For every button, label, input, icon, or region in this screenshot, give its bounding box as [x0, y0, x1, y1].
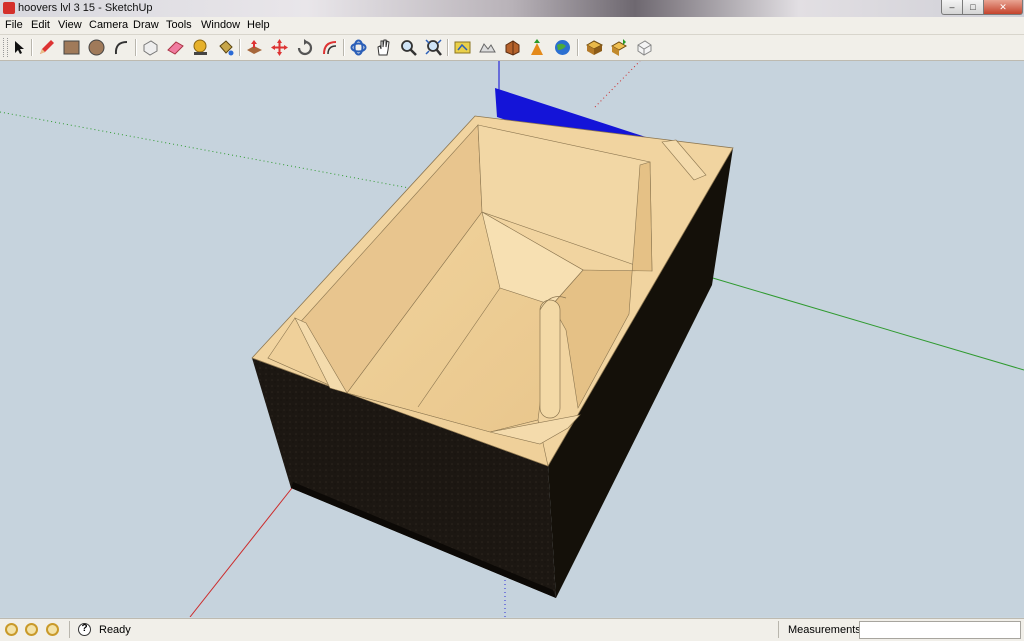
share-component-button[interactable]	[610, 38, 629, 57]
orbit-icon	[350, 39, 367, 56]
rectangle-tool-button[interactable]	[62, 38, 81, 57]
offset-icon	[323, 41, 337, 55]
toolbar-separator	[31, 39, 33, 56]
red-axis-dotted	[594, 61, 641, 108]
window-title: hoovers lvl 3 15 - SketchUp	[18, 2, 153, 14]
model-scene[interactable]	[0, 61, 1024, 617]
zoom-extents-icon	[425, 39, 442, 56]
geolocation-icon[interactable]	[5, 623, 18, 636]
google-earth-icon	[555, 40, 570, 55]
copyright-icon[interactable]	[46, 623, 59, 636]
pencil-tool-button[interactable]	[37, 38, 56, 57]
red-axis	[189, 487, 293, 617]
rotate-icon	[297, 39, 313, 56]
rotate-tool-button[interactable]	[295, 38, 314, 57]
toolbar	[0, 35, 1024, 61]
share-component-icon	[610, 39, 628, 56]
components-button[interactable]	[585, 38, 604, 57]
menu-file[interactable]: File	[5, 19, 23, 31]
toolbar-separator	[135, 39, 137, 56]
port-post	[539, 299, 561, 419]
share-model-button[interactable]	[528, 38, 547, 57]
select-icon	[15, 41, 24, 54]
pan-tool-button[interactable]	[374, 38, 393, 57]
make-component-icon	[143, 40, 158, 56]
status-text: Ready	[99, 624, 131, 636]
get-models-icon	[505, 40, 520, 56]
drawing-viewport[interactable]	[0, 61, 1024, 617]
make-component-button[interactable]	[141, 38, 160, 57]
eraser-tool-button[interactable]	[166, 38, 185, 57]
menu-help[interactable]: Help	[247, 19, 270, 31]
title-bar: hoovers lvl 3 15 - SketchUp – □ ✕	[0, 0, 1024, 17]
minimize-button[interactable]: –	[941, 0, 963, 15]
zoom-extents-button[interactable]	[424, 38, 443, 57]
circle-tool-button[interactable]	[87, 38, 106, 57]
pencil-icon	[40, 40, 54, 54]
orbit-tool-button[interactable]	[349, 38, 368, 57]
arc-tool-button[interactable]	[112, 38, 131, 57]
toolbar-separator	[447, 39, 449, 56]
measurements-label: Measurements	[788, 624, 861, 636]
pan-icon	[377, 39, 390, 56]
offset-tool-button[interactable]	[320, 38, 339, 57]
menu-camera[interactable]: Camera	[89, 19, 128, 31]
menu-tools[interactable]: Tools	[166, 19, 192, 31]
green-axis	[705, 275, 1024, 371]
close-button[interactable]: ✕	[983, 0, 1023, 15]
rectangle-icon	[63, 40, 80, 55]
menu-edit[interactable]: Edit	[31, 19, 50, 31]
tape-measure-icon	[193, 39, 207, 55]
push-pull-button[interactable]	[245, 38, 264, 57]
add-location-icon	[454, 41, 471, 54]
add-location-button[interactable]	[453, 38, 472, 57]
credits-icon[interactable]	[25, 623, 38, 636]
circle-icon	[88, 39, 105, 56]
measurements-input[interactable]	[859, 621, 1021, 639]
select-tool-button[interactable]	[9, 38, 28, 57]
toolbar-grip[interactable]	[3, 38, 8, 57]
share-model-icon	[531, 39, 543, 55]
maximize-button[interactable]: □	[962, 0, 984, 15]
eraser-icon	[167, 41, 184, 55]
status-bar: ? Ready Measurements	[0, 618, 1024, 641]
move-icon	[271, 39, 288, 56]
tape-measure-button[interactable]	[191, 38, 210, 57]
paint-bucket-icon	[219, 40, 234, 56]
green-axis-dotted	[0, 111, 421, 191]
push-pull-icon	[247, 40, 262, 54]
zoom-tool-button[interactable]	[399, 38, 418, 57]
extension-button[interactable]	[635, 38, 654, 57]
menu-window[interactable]: Window	[201, 19, 240, 31]
toolbar-separator	[577, 39, 579, 56]
sketchup-logo-icon	[3, 2, 15, 14]
toggle-terrain-button[interactable]	[478, 38, 497, 57]
google-earth-button[interactable]	[553, 38, 572, 57]
arc-icon	[114, 41, 128, 55]
move-tool-button[interactable]	[270, 38, 289, 57]
menu-draw[interactable]: Draw	[133, 19, 159, 31]
toggle-terrain-icon	[479, 43, 496, 53]
extension-icon	[637, 40, 652, 56]
toolbar-separator	[239, 39, 241, 56]
menu-bar: File Edit View Camera Draw Tools Window …	[0, 17, 1024, 35]
paint-bucket-button[interactable]	[216, 38, 235, 57]
menu-view[interactable]: View	[58, 19, 82, 31]
status-divider	[69, 621, 70, 638]
status-divider	[778, 621, 779, 638]
get-models-button[interactable]	[503, 38, 522, 57]
zoom-icon	[401, 40, 417, 56]
help-icon[interactable]: ?	[78, 623, 91, 636]
components-icon	[585, 40, 604, 55]
toolbar-separator	[343, 39, 345, 56]
